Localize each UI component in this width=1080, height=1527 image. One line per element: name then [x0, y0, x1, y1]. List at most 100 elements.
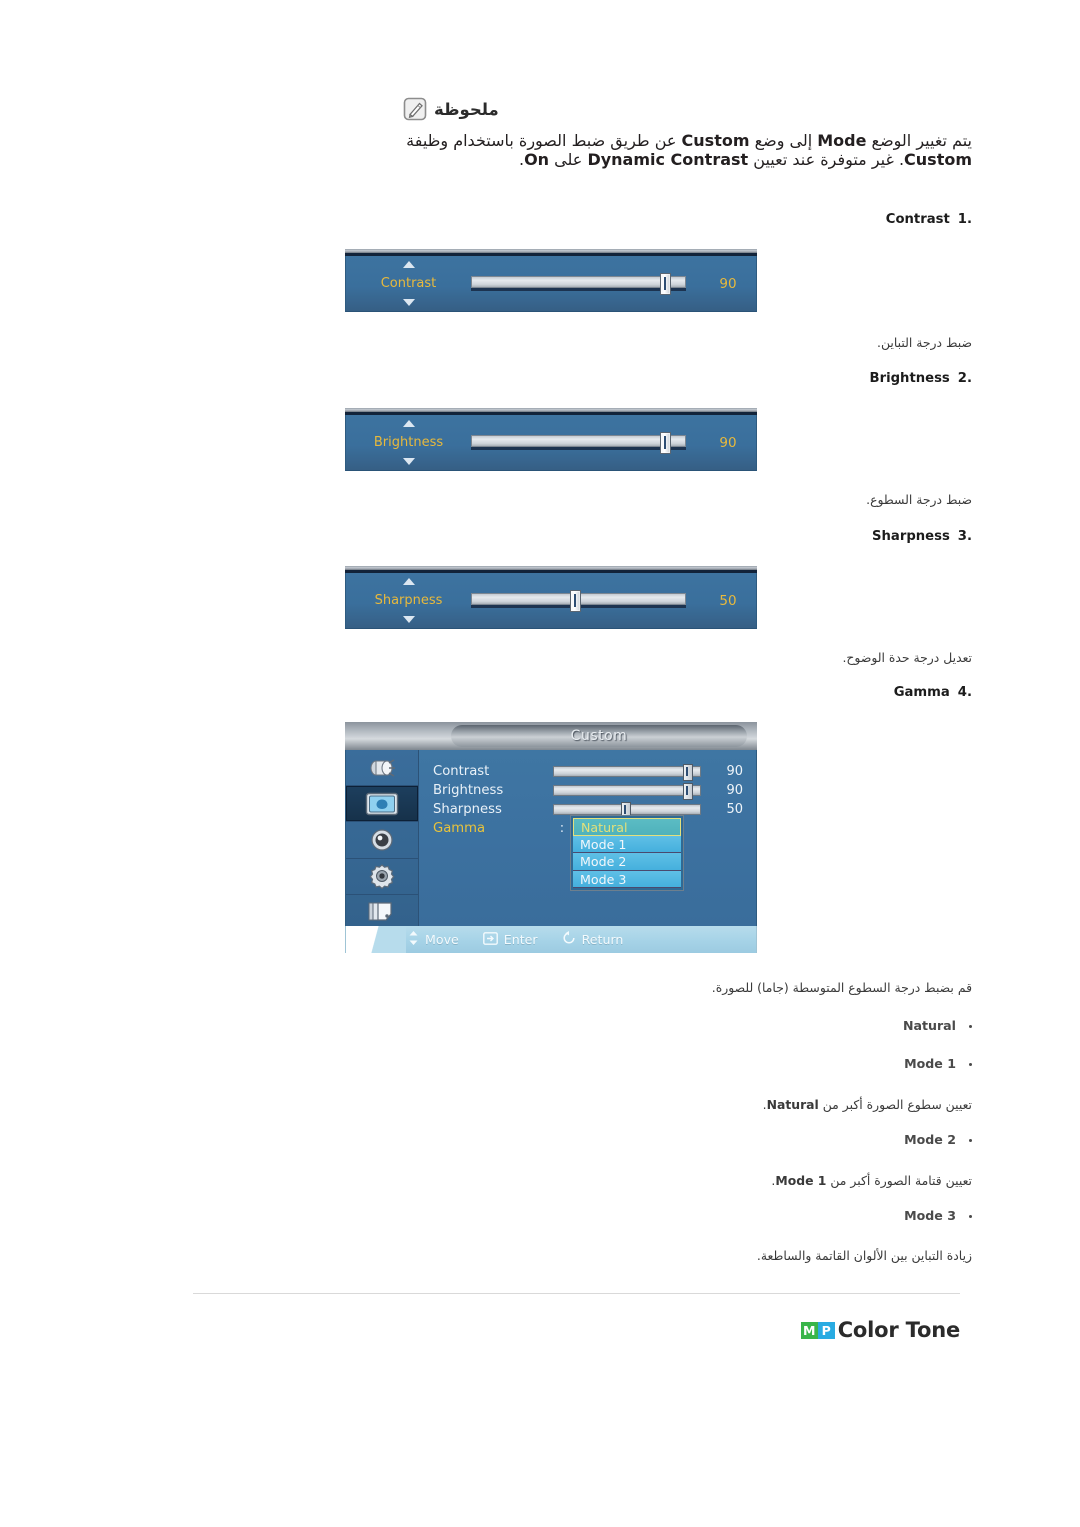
move-updown-icon: [408, 931, 419, 948]
arrow-up-icon[interactable]: [402, 578, 415, 585]
osd-row-value: 50: [726, 801, 743, 817]
multi-control-icon: [367, 900, 397, 924]
note-block: ملحوظة يتم تغيير الوضع Mode إلى وضع Cust…: [402, 96, 972, 169]
gamma-mode-mode3-description: زيادة التباين بين الألوان القاتمة والساط…: [756, 1248, 972, 1263]
osd-title-pill: Custom: [451, 725, 747, 747]
osd-row-knob[interactable]: [683, 763, 694, 781]
footer-heading: Color Tone M P: [800, 1318, 960, 1342]
osd-titlebar: Custom: [345, 722, 757, 750]
badge-m: M: [800, 1321, 818, 1339]
osd-footer-enter[interactable]: Enter: [482, 931, 538, 948]
badge-p: P: [817, 1321, 835, 1339]
arrow-up-icon[interactable]: [402, 420, 415, 427]
gamma-mode-mode3-label: Mode 3: [904, 1208, 956, 1223]
gamma-dropdown[interactable]: Natural Mode 1 Mode 2 Mode 3: [571, 816, 683, 890]
osd-footer-return-label: Return: [581, 932, 624, 947]
note-bullet-list: يتم تغيير الوضع Mode إلى وضع Custom عن ط…: [406, 131, 972, 169]
arrow-down-icon[interactable]: [402, 299, 415, 306]
section-label-1: Contrast: [885, 212, 950, 227]
sidebar-item-input-source[interactable]: [346, 750, 418, 787]
gamma-option-mode-2[interactable]: Mode 2: [573, 853, 681, 871]
osd-footer-move[interactable]: Move: [408, 931, 459, 948]
gamma-option-natural[interactable]: Natural: [573, 818, 681, 836]
sidebar-item-sound[interactable]: [346, 822, 418, 859]
section-label-2: Brightness: [869, 371, 950, 386]
osd-row-knob[interactable]: [683, 782, 694, 800]
osd-row-label: Contrast: [433, 763, 490, 779]
sound-icon: [369, 828, 395, 852]
arrow-down-icon[interactable]: [402, 458, 415, 465]
gamma-mode-natural-label: Natural: [902, 1018, 956, 1033]
section-heading-brightness: .2 Brightness: [552, 371, 972, 386]
section-number-3: .3: [957, 529, 972, 544]
osd-footer-enter-label: Enter: [503, 932, 538, 947]
gamma-mode-mode2-description: تعيين قتامة الصورة أكبر من Mode 1.: [771, 1173, 972, 1188]
osd-row-track[interactable]: [553, 782, 701, 800]
gamma-mode-mode1-description: تعيين سطوع الصورة أكبر من Natural.: [762, 1097, 972, 1112]
input-source-icon: [367, 757, 397, 779]
section-heading-contrast: .1 Contrast: [552, 212, 972, 227]
osd-slider-sharpness: Sharpness 50: [345, 566, 757, 629]
osd-footer-move-label: Move: [425, 932, 459, 947]
section-description-gamma: قم بضبط درجة السطوع المتوسطة (جاما) للصو…: [711, 980, 972, 995]
osd-value: 90: [719, 275, 737, 292]
osd-content: Contrast 90 Brightness 90 Sharpness 50 G…: [419, 750, 756, 926]
sidebar-item-setup[interactable]: [346, 859, 418, 895]
osd-label-wrap: Sharpness: [346, 578, 471, 623]
footer-title-text: Color Tone: [837, 1318, 960, 1342]
enter-icon: [482, 931, 498, 948]
osd-item-label: Brightness: [373, 435, 444, 450]
osd-knob[interactable]: [660, 273, 672, 295]
manual-page: ملحوظة يتم تغيير الوضع Mode إلى وضع Cust…: [0, 0, 1080, 1527]
gamma-option-mode-1[interactable]: Mode 1: [573, 835, 681, 853]
osd-row-value: 90: [726, 782, 743, 798]
osd-track-wrap: [471, 273, 700, 295]
section-number-1: .1: [957, 212, 972, 227]
osd-sidebar: [346, 750, 419, 931]
gamma-mode-natural: Natural: [542, 1018, 972, 1033]
setup-gear-icon: [368, 863, 396, 890]
osd-footer: Move Enter Return: [345, 926, 757, 953]
osd-knob[interactable]: [569, 590, 581, 612]
gamma-mode-mode2: Mode 2: [542, 1132, 972, 1147]
osd-footer-return[interactable]: Return: [562, 931, 624, 948]
osd-knob[interactable]: [660, 432, 672, 454]
section-description-brightness: ضبط درجة السطوع.: [866, 492, 972, 507]
osd-item-label: Contrast: [380, 276, 437, 291]
osd-body: Contrast 90: [345, 256, 757, 312]
osd-body: Brightness 90: [345, 415, 757, 471]
osd-track[interactable]: [471, 590, 686, 612]
osd-value: 50: [719, 592, 737, 609]
osd-track-wrap: [471, 432, 700, 454]
osd-row-contrast: Contrast 90: [419, 762, 756, 781]
arrow-down-icon[interactable]: [402, 616, 415, 623]
osd-row-track[interactable]: [553, 763, 701, 781]
note-header: ملحوظة: [402, 96, 972, 122]
footer-divider: [193, 1293, 960, 1294]
osd-track-wrap: [471, 590, 700, 612]
osd-slider-brightness: Brightness 90: [345, 408, 757, 471]
osd-row-label: Gamma: [433, 820, 486, 836]
osd-row-brightness: Brightness 90: [419, 781, 756, 800]
section-heading-gamma: .4 Gamma: [552, 685, 972, 700]
gamma-mode-mode1: Mode 1: [542, 1056, 972, 1071]
section-heading-sharpness: .3 Sharpness: [552, 529, 972, 544]
osd-slider-contrast: Contrast 90: [345, 249, 757, 312]
arrow-up-icon[interactable]: [402, 261, 415, 268]
osd-gamma-colon: :: [559, 820, 565, 836]
osd-row-label: Brightness: [433, 782, 504, 798]
osd-body: Sharpness 50: [345, 573, 757, 629]
gamma-option-mode-3[interactable]: Mode 3: [573, 870, 681, 888]
gamma-mode-mode3: Mode 3: [542, 1208, 972, 1223]
osd-item-label: Sharpness: [374, 593, 443, 608]
note-title: ملحوظة: [434, 99, 499, 119]
osd-label-wrap: Contrast: [346, 261, 471, 306]
sidebar-item-picture[interactable]: [346, 786, 418, 823]
osd-value: 90: [719, 434, 737, 451]
osd-row-track[interactable]: [553, 801, 701, 819]
osd-track[interactable]: [471, 273, 686, 295]
section-description-contrast: ضبط درجة التباين.: [877, 335, 972, 350]
custom-osd-menu: Custom Contrast 90 Brightness 90 Sharpne…: [345, 722, 757, 953]
section-number-4: .4: [957, 685, 972, 700]
osd-track[interactable]: [471, 432, 686, 454]
